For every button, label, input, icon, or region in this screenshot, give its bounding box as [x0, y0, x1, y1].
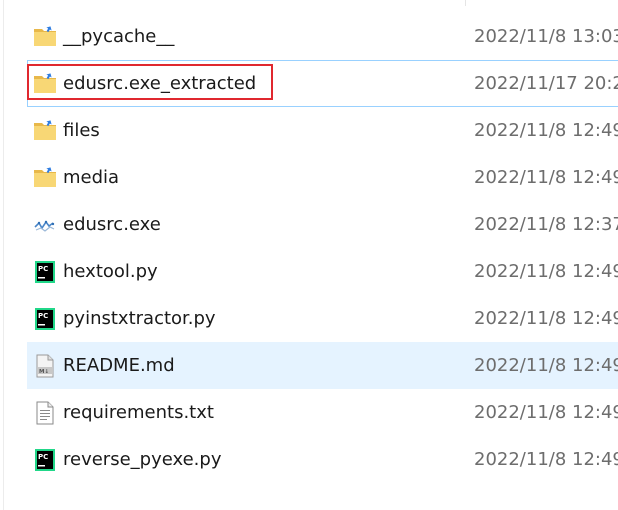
- file-date: 2022/11/8 12:49: [474, 261, 618, 282]
- file-name: edusrc.exe_extracted: [63, 73, 257, 94]
- svg-text:PC: PC: [38, 265, 48, 273]
- file-row-pyinstxtractor[interactable]: PC pyinstxtractor.py 2022/11/8 12:49: [27, 295, 618, 342]
- file-name: media: [63, 167, 120, 188]
- executable-icon: [33, 213, 57, 237]
- file-row-readme[interactable]: M↓ README.md 2022/11/8 12:49: [27, 342, 618, 389]
- file-row-requirements[interactable]: requirements.txt 2022/11/8 12:49: [27, 389, 618, 436]
- file-name: files: [63, 120, 100, 141]
- column-separator[interactable]: [465, 0, 466, 6]
- file-name: edusrc.exe: [63, 214, 161, 235]
- file-name: README.md: [63, 355, 175, 376]
- pycharm-file-icon: PC: [33, 260, 57, 284]
- file-row-edusrc-exe[interactable]: edusrc.exe 2022/11/8 12:37: [27, 201, 618, 248]
- file-name: requirements.txt: [63, 402, 214, 423]
- file-date: 2022/11/8 12:37: [474, 214, 618, 235]
- pycharm-file-icon: PC: [33, 448, 57, 472]
- file-row-files[interactable]: files 2022/11/8 12:49: [27, 107, 618, 154]
- file-row-media[interactable]: media 2022/11/8 12:49: [27, 154, 618, 201]
- folder-icon: [33, 166, 57, 190]
- pane-left-border: [3, 0, 4, 510]
- file-name: hextool.py: [63, 261, 158, 282]
- svg-text:M↓: M↓: [39, 368, 49, 375]
- file-list: __pycache__ 2022/11/8 13:03 edusrc.exe_e…: [27, 13, 618, 483]
- file-date: 2022/11/8 12:49: [474, 120, 618, 141]
- file-row-hextool[interactable]: PC hextool.py 2022/11/8 12:49: [27, 248, 618, 295]
- file-date: 2022/11/8 12:49: [474, 355, 618, 376]
- file-date: 2022/11/8 12:49: [474, 402, 618, 423]
- svg-text:PC: PC: [38, 453, 48, 461]
- file-date: 2022/11/17 20:2: [474, 73, 618, 94]
- folder-icon: [33, 72, 57, 96]
- file-name: reverse_pyexe.py: [63, 449, 222, 470]
- file-name: __pycache__: [63, 26, 175, 47]
- svg-text:PC: PC: [38, 312, 48, 320]
- file-name: pyinstxtractor.py: [63, 308, 216, 329]
- file-row-edusrc-extracted[interactable]: edusrc.exe_extracted 2022/11/17 20:2: [27, 60, 618, 107]
- markdown-file-icon: M↓: [33, 354, 57, 378]
- text-file-icon: [33, 401, 57, 425]
- folder-icon: [33, 119, 57, 143]
- file-date: 2022/11/8 12:49: [474, 449, 618, 470]
- file-date: 2022/11/8 13:03: [474, 26, 618, 47]
- pycharm-file-icon: PC: [33, 307, 57, 331]
- file-date: 2022/11/8 12:49: [474, 167, 618, 188]
- file-explorer-list-pane: __pycache__ 2022/11/8 13:03 edusrc.exe_e…: [0, 0, 618, 510]
- file-row-pycache[interactable]: __pycache__ 2022/11/8 13:03: [27, 13, 618, 60]
- folder-icon: [33, 25, 57, 49]
- file-date: 2022/11/8 12:49: [474, 308, 618, 329]
- file-row-reverse-pyexe[interactable]: PC reverse_pyexe.py 2022/11/8 12:49: [27, 436, 618, 483]
